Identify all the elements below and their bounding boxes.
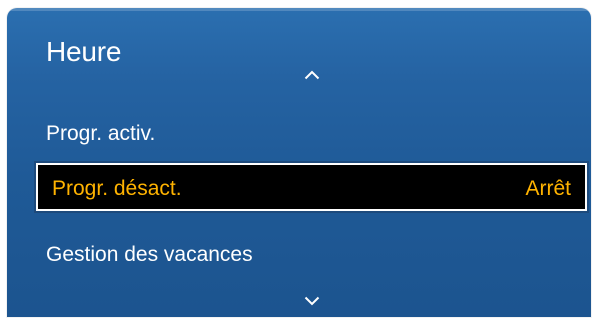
chevron-down-icon[interactable] <box>304 296 320 306</box>
chevron-up-icon[interactable] <box>304 70 320 80</box>
menu-title: Heure <box>46 36 122 67</box>
menu-panel: Heure Progr. activ. Progr. désact. Arrêt… <box>7 8 591 317</box>
menu-item-progr-desact[interactable]: Progr. désact. Arrêt <box>34 161 589 213</box>
menu-item-gestion-vacances[interactable]: Gestion des vacances <box>46 244 253 265</box>
menu-item-value: Arrêt <box>525 177 571 200</box>
menu-item-label: Progr. désact. <box>52 177 182 200</box>
menu-item-progr-activ[interactable]: Progr. activ. <box>46 123 155 144</box>
